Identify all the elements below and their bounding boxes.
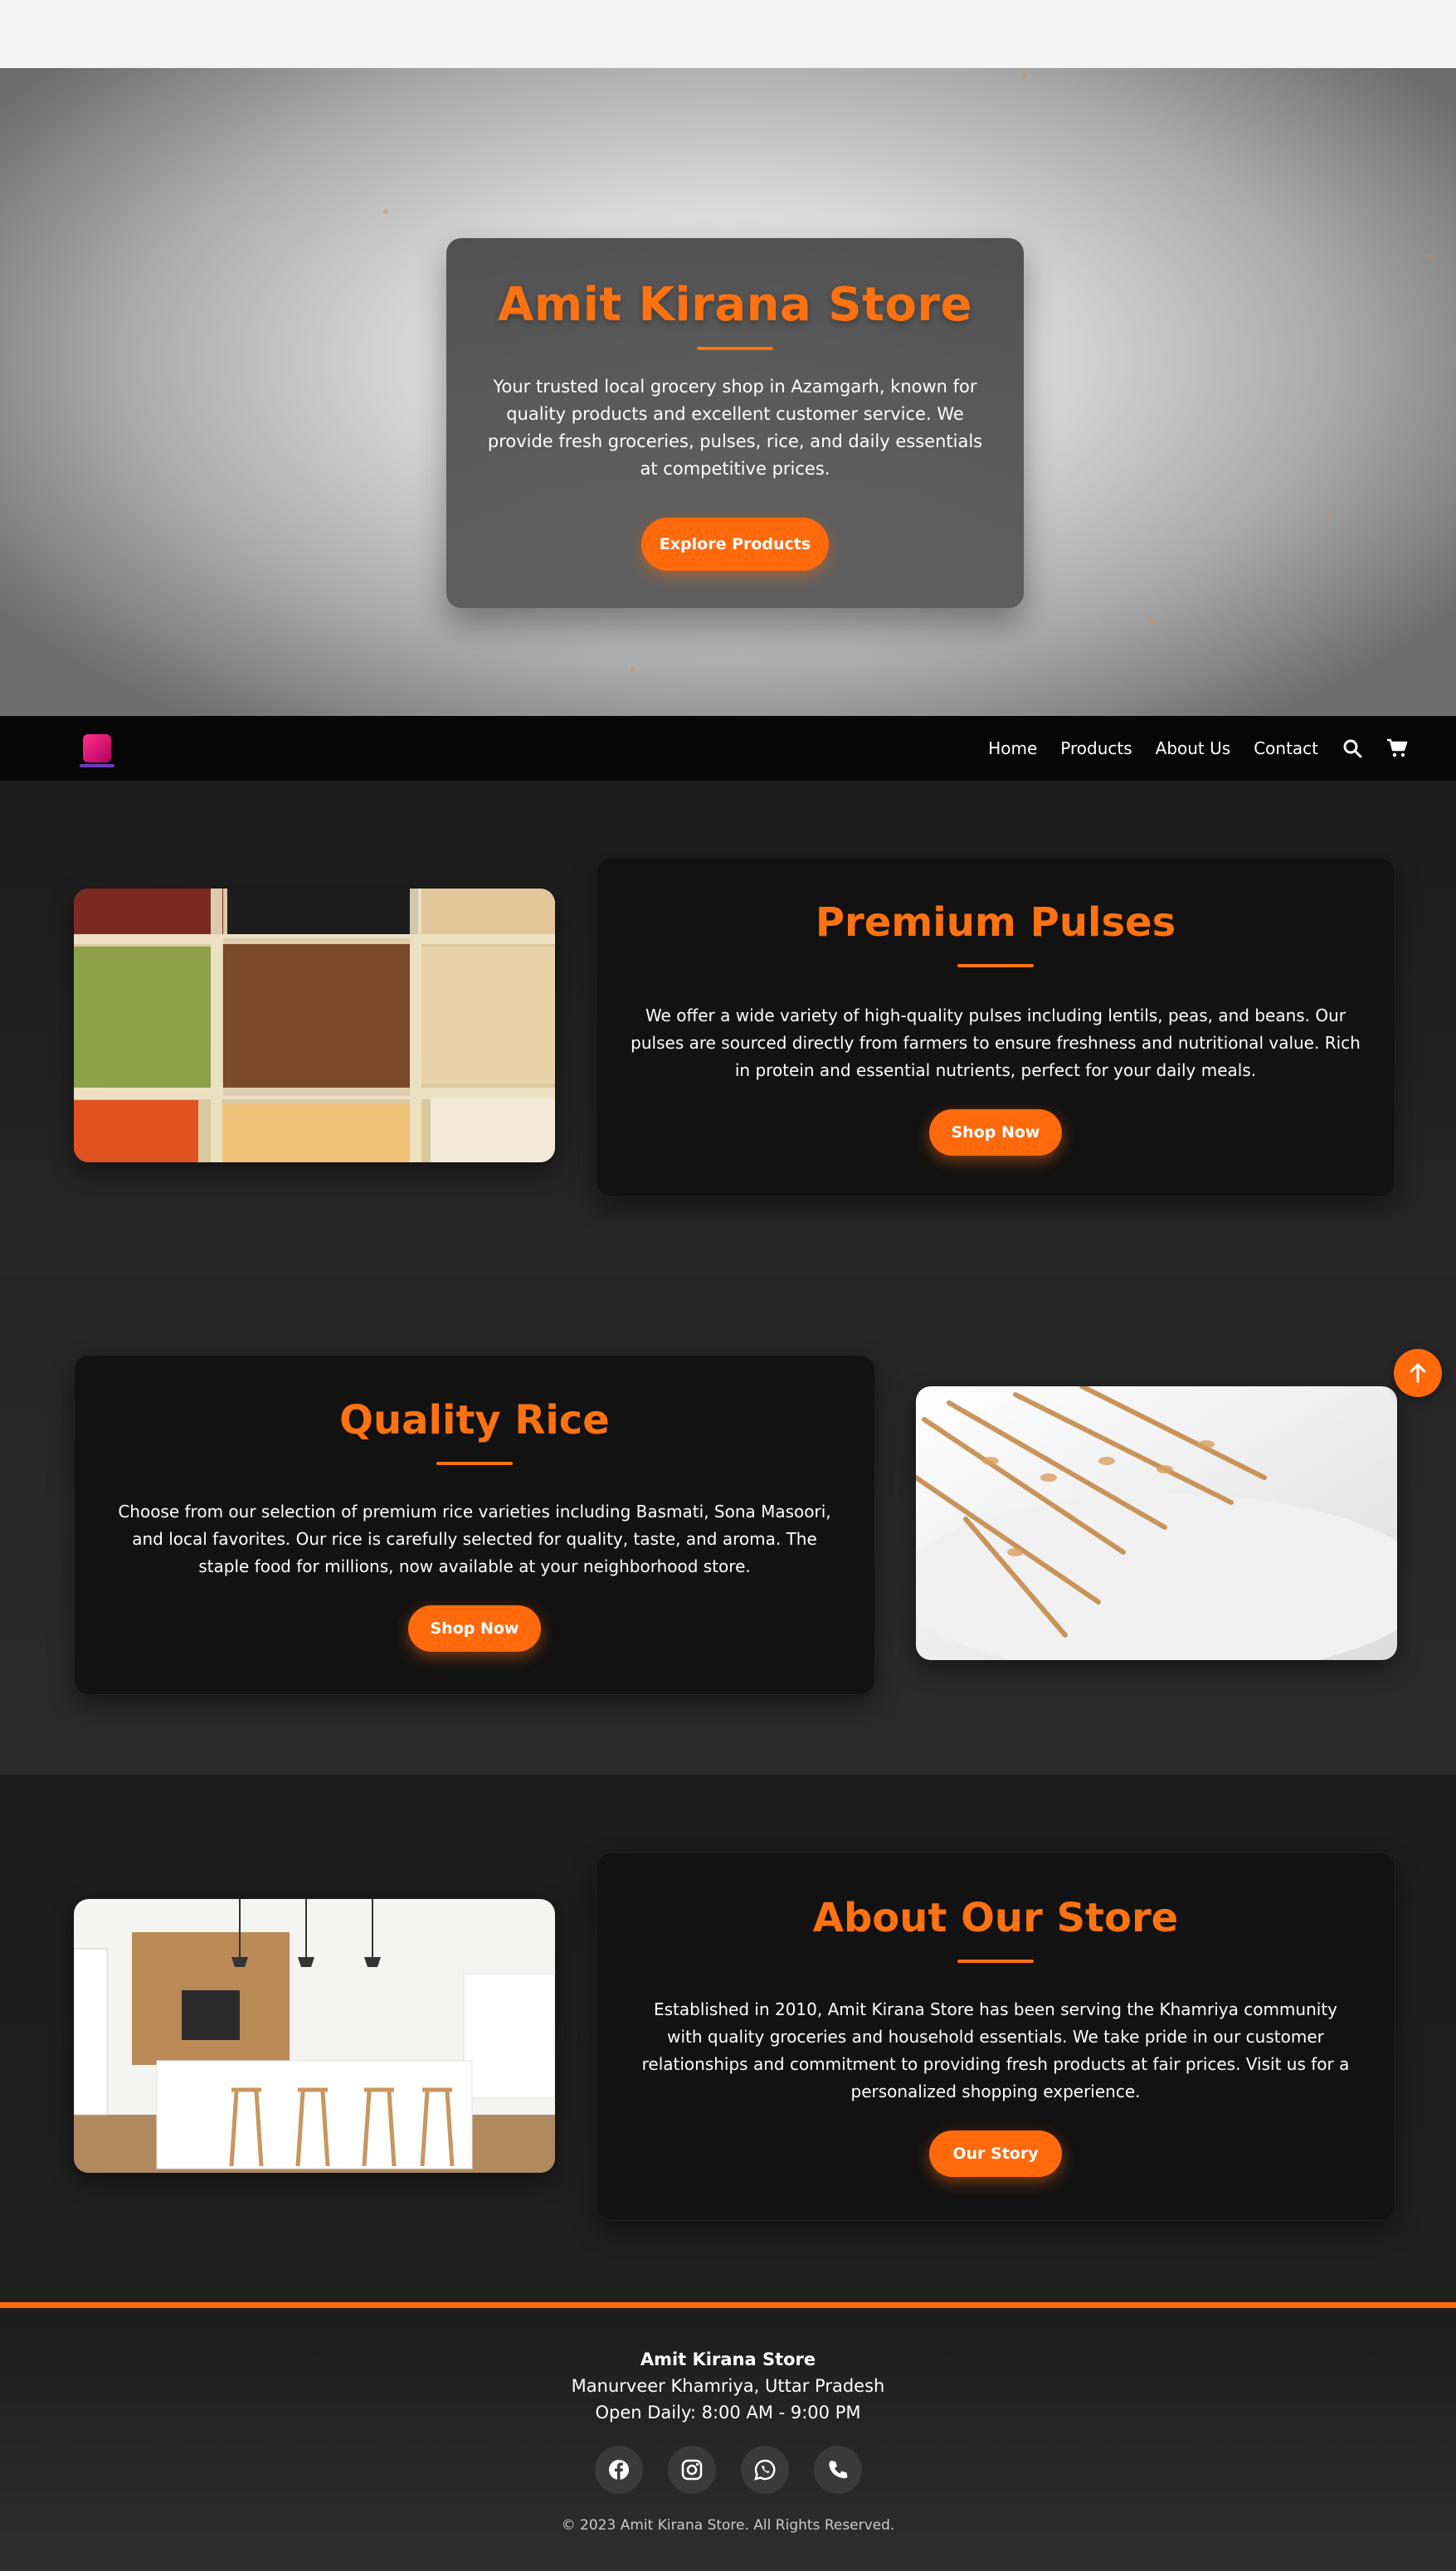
- about-description: Established in 2010, Amit Kirana Store h…: [641, 1999, 1350, 2101]
- about-title: About Our Store: [812, 1895, 1179, 1941]
- footer-store-name: Amit Kirana Store: [640, 2349, 816, 2369]
- back-to-top-button[interactable]: [1394, 1349, 1442, 1397]
- phone-icon[interactable]: [813, 2446, 862, 2494]
- nav-products[interactable]: Products: [1060, 738, 1132, 758]
- title-divider: [957, 1960, 1034, 1963]
- footer-address: Manurveer Khamriya, Uttar Pradesh: [571, 2376, 885, 2396]
- pulses-description: We offer a wide variety of high-quality …: [631, 1006, 1361, 1080]
- pulses-card: Premium Pulses We offer a wide variety o…: [596, 857, 1395, 1197]
- pulses-section: Premium Pulses We offer a wide variety o…: [0, 781, 1456, 1277]
- title-divider: [436, 1462, 513, 1465]
- pulses-shop-now-button[interactable]: Shop Now: [929, 1109, 1062, 1156]
- nav-home[interactable]: Home: [988, 738, 1037, 758]
- hero-card: Amit Kirana Store Your trusted local gro…: [446, 238, 1024, 608]
- top-strip: [0, 0, 1456, 68]
- rice-card: Quality Rice Choose from our selection o…: [74, 1355, 875, 1695]
- pulses-title: Premium Pulses: [815, 899, 1176, 946]
- our-story-button[interactable]: Our Story: [929, 2130, 1062, 2177]
- nav-contact[interactable]: Contact: [1254, 738, 1318, 758]
- rice-shop-now-button[interactable]: Shop Now: [408, 1605, 541, 1652]
- footer: Amit Kirana Store Manurveer Khamriya, Ut…: [0, 2302, 1456, 2571]
- rice-image: [916, 1386, 1397, 1660]
- about-section: About Our Store Established in 2010, Ami…: [0, 1775, 1456, 2302]
- nav-links: Home Products About Us Contact: [988, 716, 1408, 781]
- hero-description: Your trusted local grocery shop in Azamg…: [487, 377, 983, 479]
- nav-about-us[interactable]: About Us: [1156, 738, 1231, 758]
- rice-title: Quality Rice: [339, 1397, 610, 1444]
- store-logo[interactable]: [80, 734, 114, 767]
- pulses-image: [74, 889, 555, 1162]
- instagram-icon[interactable]: [667, 2446, 716, 2494]
- cart-icon[interactable]: [1386, 738, 1408, 759]
- title-divider: [697, 347, 773, 350]
- about-card: About Our Store Established in 2010, Ami…: [596, 1853, 1395, 2221]
- facebook-icon[interactable]: [594, 2446, 643, 2494]
- hero-section: Amit Kirana Store Your trusted local gro…: [0, 68, 1456, 716]
- footer-hours: Open Daily: 8:00 AM - 9:00 PM: [595, 2403, 861, 2422]
- rice-description: Choose from our selection of premium ric…: [118, 1502, 831, 1576]
- navbar: Home Products About Us Contact: [0, 716, 1456, 781]
- store-interior-image: [74, 1899, 555, 2173]
- hero-title: Amit Kirana Store: [498, 278, 972, 332]
- arrow-up-icon: [1410, 1363, 1426, 1383]
- social-links: [0, 2446, 1456, 2494]
- rice-section: Quality Rice Choose from our selection o…: [0, 1277, 1456, 1775]
- explore-products-button[interactable]: Explore Products: [641, 518, 829, 571]
- whatsapp-icon[interactable]: [740, 2446, 789, 2494]
- copyright-text: © 2023 Amit Kirana Store. All Rights Res…: [561, 2517, 895, 2534]
- search-icon[interactable]: [1342, 738, 1363, 759]
- title-divider: [957, 964, 1034, 967]
